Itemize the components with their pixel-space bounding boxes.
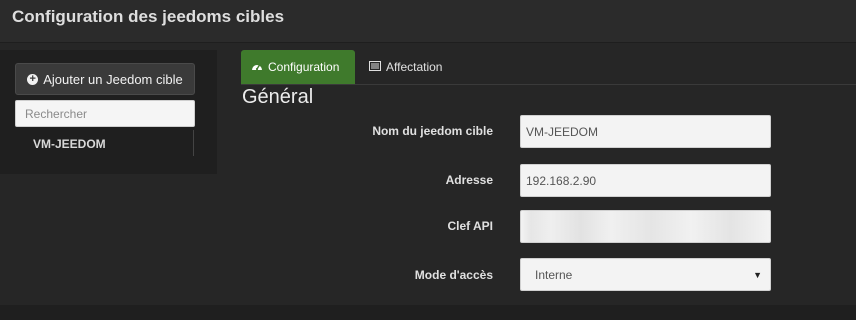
add-jeedom-button-label: Ajouter un Jeedom cible <box>43 71 183 87</box>
caret-down-icon: ▼ <box>753 269 762 280</box>
tab-affectation[interactable]: Affectation <box>359 50 459 84</box>
address-field[interactable]: 192.168.2.90 <box>520 164 771 197</box>
dashboard-icon <box>251 60 263 74</box>
add-jeedom-button[interactable]: + Ajouter un Jeedom cible <box>15 63 195 95</box>
search-input[interactable] <box>15 100 195 127</box>
access-mode-select[interactable]: Interne ▼ <box>520 258 771 291</box>
api-key-label: Clef API <box>447 219 493 233</box>
sidebar: + Ajouter un Jeedom cible VM-JEEDOM <box>0 50 217 174</box>
access-mode-label: Mode d'accès <box>414 268 493 282</box>
page-title: Configuration des jeedoms cibles <box>12 7 285 26</box>
title-bar: Configuration des jeedoms cibles <box>0 0 856 43</box>
tab-configuration[interactable]: Configuration <box>241 50 355 84</box>
sidebar-divider <box>193 130 194 156</box>
access-mode-selected: Interne <box>535 267 573 282</box>
address-label: Adresse <box>445 173 493 187</box>
footer-band <box>0 305 856 320</box>
api-key-field[interactable] <box>520 210 771 243</box>
name-field[interactable]: VM-JEEDOM <box>520 115 771 148</box>
list-icon <box>369 60 381 74</box>
tab-configuration-label: Configuration <box>268 60 340 74</box>
tab-bar: Configuration Affectation <box>241 50 856 85</box>
name-label: Nom du jeedom cible <box>372 124 493 138</box>
plus-circle-icon: + <box>27 73 39 85</box>
sidebar-item-vm-jeedom[interactable]: VM-JEEDOM <box>33 137 106 151</box>
tab-affectation-label: Affectation <box>386 60 443 74</box>
section-title: Général <box>242 86 314 108</box>
